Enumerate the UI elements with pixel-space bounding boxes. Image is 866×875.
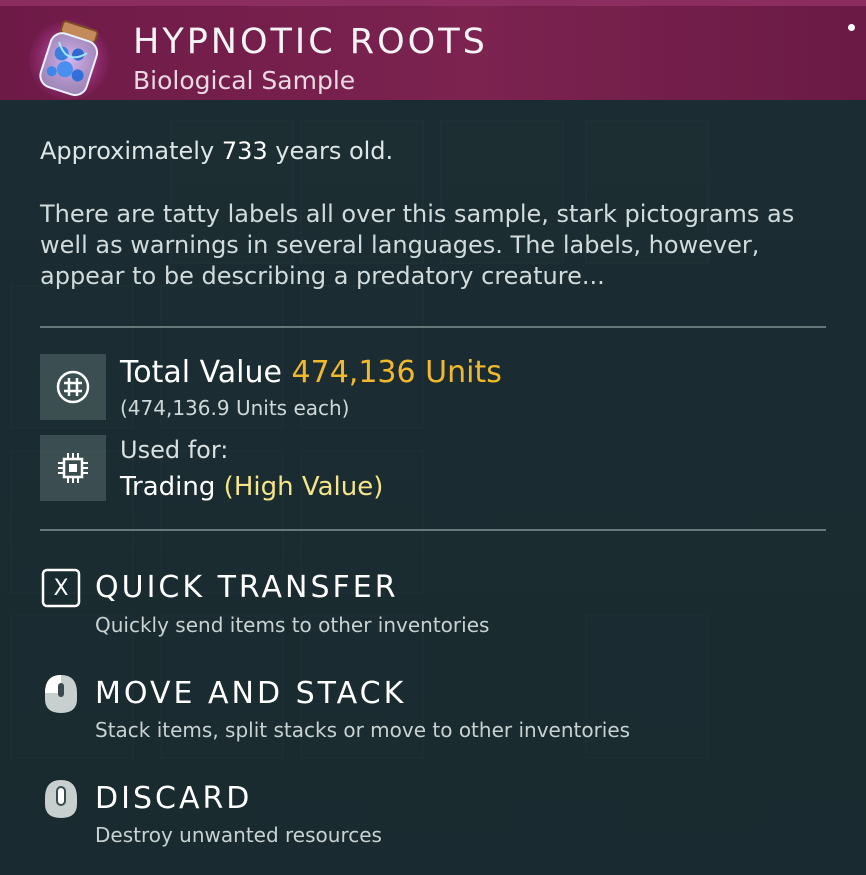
total-value-label: Total Value	[120, 355, 282, 390]
move-and-stack-subtitle: Stack items, split stacks or move to oth…	[95, 718, 631, 742]
item-lore-text: There are tatty labels all over this sam…	[40, 200, 795, 290]
divider	[40, 529, 826, 531]
age-suffix: years old.	[275, 137, 394, 165]
jar-of-roots-icon	[28, 16, 110, 100]
used-for-value: Trading (High Value)	[120, 472, 383, 502]
quick-transfer-title: QUICK TRANSFER	[95, 570, 399, 605]
total-value-amount: 474,136 Units	[291, 355, 502, 390]
total-value: Total Value 474,136 Units	[120, 355, 502, 390]
discard-title: DISCARD	[95, 781, 253, 816]
x-key-label: X	[53, 575, 69, 601]
divider	[40, 326, 826, 328]
item-age: Approximately 733 years old.	[40, 137, 393, 165]
mouse-left-button-icon	[40, 673, 82, 715]
x-key-icon: X	[40, 567, 82, 609]
unit-value-each: (474,136.9 Units each)	[120, 396, 350, 420]
chip-icon	[40, 435, 106, 501]
indicator-dot	[848, 24, 855, 31]
mouse-middle-button-icon	[40, 778, 82, 820]
item-header: HYPNOTIC ROOTS Biological Sample	[0, 0, 866, 100]
units-currency-icon	[40, 354, 106, 420]
item-title: HYPNOTIC ROOTS	[133, 22, 488, 62]
usage-tag: (High Value)	[223, 472, 384, 502]
move-and-stack-title: MOVE AND STACK	[95, 676, 407, 711]
used-for-label: Used for:	[120, 436, 229, 464]
item-category: Biological Sample	[133, 66, 356, 95]
usage-type: Trading	[120, 472, 216, 502]
quick-transfer-subtitle: Quickly send items to other inventories	[95, 613, 490, 637]
discard-subtitle: Destroy unwanted resources	[95, 823, 382, 847]
age-value: 733	[221, 137, 268, 165]
age-prefix: Approximately	[40, 137, 215, 165]
